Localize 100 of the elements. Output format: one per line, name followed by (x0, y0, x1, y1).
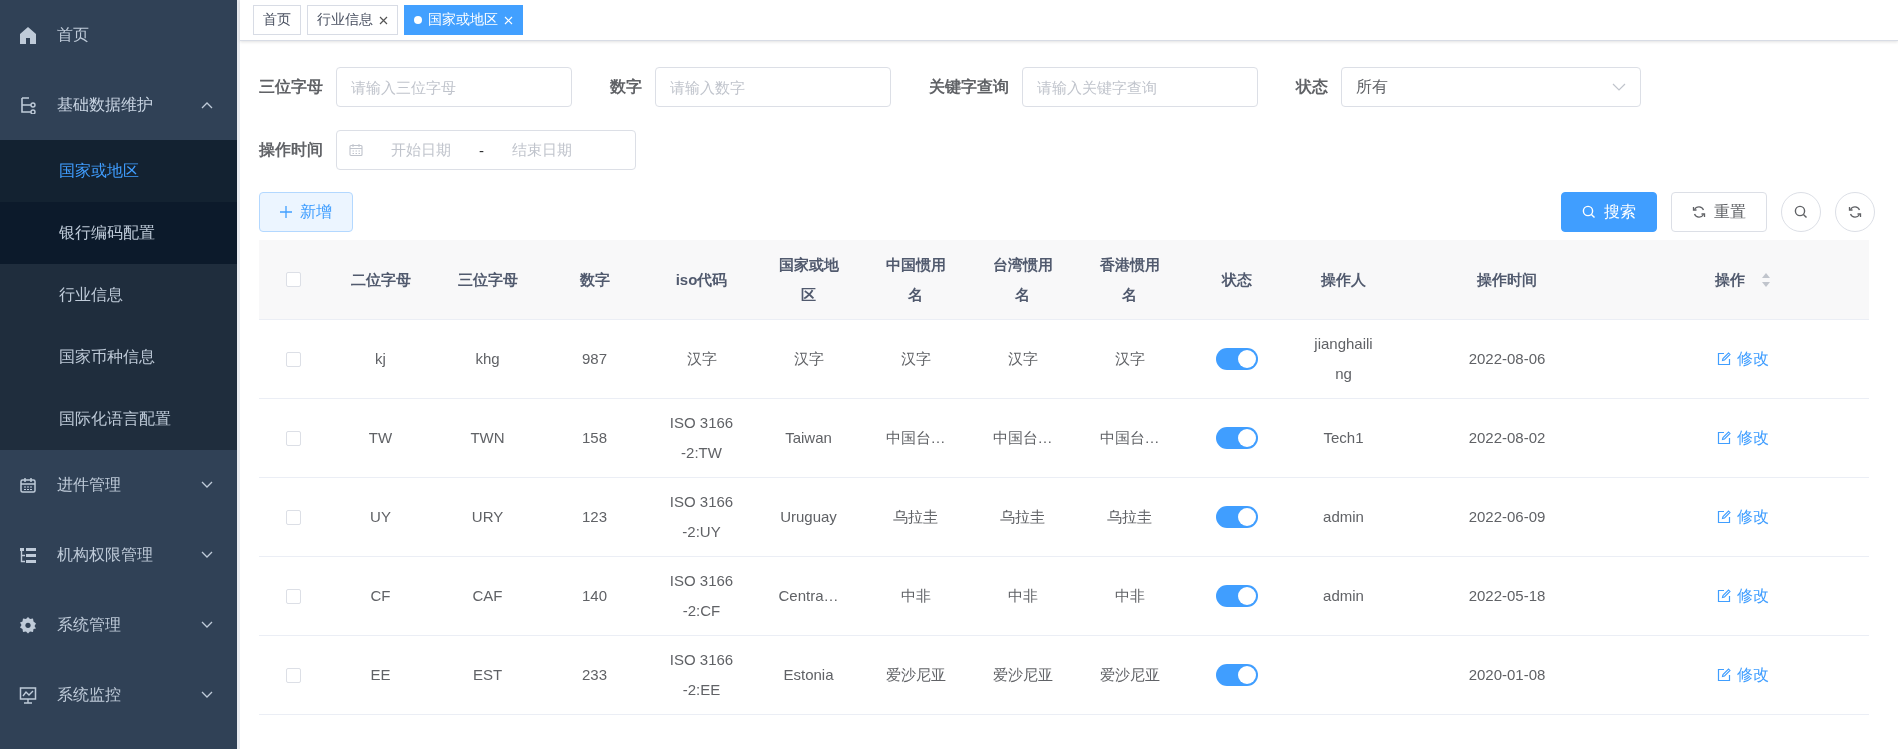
search-icon (1794, 205, 1808, 219)
menu-item[interactable]: 机构权限管理 (0, 520, 237, 590)
date-range-field[interactable]: 开始日期 - 结束日期 (336, 130, 636, 170)
field-label: 状态 (1296, 76, 1328, 97)
edit-icon (1717, 510, 1731, 524)
table-cell-text: ISO 3166-2:UY (669, 492, 734, 542)
status-toggle[interactable] (1215, 585, 1258, 607)
column-header: 操作时间 (1477, 269, 1537, 290)
edit-icon (1717, 431, 1731, 445)
field-label: 数字 (610, 76, 642, 97)
field-label: 操作时间 (259, 139, 323, 160)
search-icon (1582, 205, 1596, 219)
status-toggle[interactable] (1215, 506, 1258, 528)
table-cell-text: 158 (582, 428, 607, 448)
table-cell-text: 汉字 (900, 349, 931, 369)
table-cell-text: 2022-08-02 (1468, 428, 1546, 448)
column-header: 状态 (1221, 269, 1252, 290)
table-cell-text: 2022-05-18 (1468, 586, 1546, 606)
table-cell-text: admin (1322, 507, 1365, 527)
table-cell-text: 爱沙尼亚 (885, 665, 946, 685)
table-cell-text: 中国台… (992, 428, 1053, 448)
table-cell-text: 乌拉圭 (893, 507, 938, 527)
menu-item[interactable]: 基础数据维护 (0, 70, 237, 140)
table-cell-text: 汉字 (793, 349, 824, 369)
column-header: 二位字母 (350, 269, 411, 290)
column-header: 三位字母 (457, 269, 518, 290)
table-cell-text: UY (370, 507, 391, 527)
search-toggle-button[interactable] (1781, 192, 1821, 232)
edit-icon (1717, 589, 1731, 603)
table-cell-text: 2022-06-09 (1468, 507, 1546, 527)
table-cell-text: 中国台… (885, 428, 946, 448)
list-icon (19, 546, 37, 564)
column-header: 操作人 (1321, 269, 1366, 290)
gear-icon (19, 616, 37, 634)
column-header: 数字 (579, 269, 610, 290)
column-header: 操作 (1715, 269, 1745, 290)
reset-button[interactable]: 重置 (1671, 192, 1767, 232)
active-dot-icon (414, 16, 422, 24)
menu-item[interactable]: 系统管理 (0, 590, 237, 660)
table-cell-text: Uruguay (780, 507, 837, 527)
table-cell-text: URY (471, 507, 504, 527)
table-cell-text: 123 (582, 507, 607, 527)
field-label: 三位字母 (259, 76, 323, 97)
monitor-icon (19, 686, 37, 704)
submenu-item[interactable]: 银行编码配置 (0, 202, 237, 264)
table-cell-text: ISO 3166-2:EE (669, 650, 734, 700)
menu-item[interactable]: 进件管理 (0, 450, 237, 520)
submenu-item[interactable]: 国家币种信息 (0, 326, 237, 388)
row-checkbox[interactable] (285, 430, 301, 446)
table-cell-text: 233 (582, 665, 607, 685)
column-header: 国家或地区 (777, 254, 840, 305)
table-cell-text: 中非 (1007, 586, 1038, 606)
table-cell-text: EST (472, 665, 503, 685)
menu-item[interactable]: 系统监控 (0, 660, 237, 730)
table-cell-text: Centra… (778, 586, 839, 606)
close-icon (379, 15, 388, 25)
calendar-icon (19, 476, 37, 494)
table-cell-text: 2020-01-08 (1468, 665, 1546, 685)
table-cell-text: TW (368, 428, 393, 448)
submenu-item[interactable]: 国家或地区 (0, 140, 237, 202)
status-toggle[interactable] (1215, 664, 1258, 686)
tree-icon (19, 96, 37, 114)
close-icon (504, 15, 513, 25)
select-all-checkbox[interactable] (285, 272, 301, 287)
input-field[interactable]: 请输入关键字查询 (1022, 67, 1258, 107)
column-header: iso代码 (675, 269, 728, 290)
chevron-down-icon (1612, 83, 1626, 91)
tab[interactable]: 行业信息 (307, 5, 398, 35)
field-label: 关键字查询 (929, 76, 1009, 97)
table-cell-text: 乌拉圭 (1000, 507, 1045, 527)
edit-icon (1717, 668, 1731, 682)
edit-icon (1717, 352, 1731, 366)
input-field[interactable]: 请输入三位字母 (336, 67, 572, 107)
table-cell-text: 987 (582, 349, 607, 369)
row-checkbox[interactable] (285, 588, 301, 604)
submenu-item[interactable]: 国际化语言配置 (0, 388, 237, 450)
plus-icon (280, 206, 292, 218)
table-cell-text: 爱沙尼亚 (1099, 665, 1160, 685)
refresh-icon (1692, 205, 1706, 219)
table-cell-text: 爱沙尼亚 (992, 665, 1053, 685)
table-cell-text: EE (370, 665, 391, 685)
table-cell-text: admin (1322, 586, 1365, 606)
status-toggle[interactable] (1215, 427, 1258, 449)
column-header: 中国惯用名 (884, 254, 947, 305)
menu-item[interactable]: 首页 (0, 0, 237, 70)
table-cell-text: 2022-08-06 (1468, 349, 1546, 369)
table-cell-text: 中国台… (1099, 428, 1160, 448)
status-select[interactable]: 所有 (1341, 67, 1641, 107)
submenu-item[interactable]: 行业信息 (0, 264, 237, 326)
table-cell-text: khg (475, 349, 500, 369)
input-field[interactable]: 请输入数字 (655, 67, 891, 107)
row-checkbox[interactable] (285, 509, 301, 525)
row-checkbox[interactable] (285, 667, 301, 683)
table-cell-text: Tech1 (1322, 428, 1365, 448)
row-checkbox[interactable] (285, 351, 301, 367)
home-icon (19, 26, 37, 44)
table-cell-text: CAF (472, 586, 503, 606)
refresh-button[interactable] (1835, 192, 1875, 232)
status-toggle[interactable] (1215, 348, 1258, 370)
tab[interactable]: 首页 (253, 5, 301, 35)
